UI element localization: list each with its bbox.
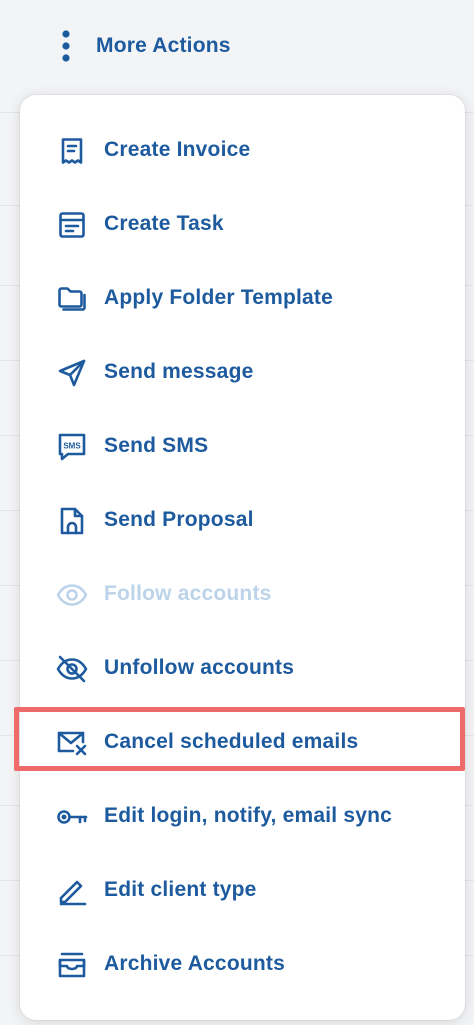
invoice-icon (56, 135, 88, 167)
eye-off-icon (56, 653, 88, 685)
mail-cancel-icon (56, 727, 88, 759)
menu-item-send-proposal[interactable]: Send Proposal (20, 490, 465, 550)
menu-item-label: Send SMS (104, 434, 209, 457)
menu-item-label: Create Invoice (104, 138, 251, 161)
menu-item-unfollow-accounts[interactable]: Unfollow accounts (20, 638, 465, 698)
menu-item-archive-accounts[interactable]: Archive Accounts (20, 934, 465, 994)
eye-icon (56, 579, 88, 611)
more-actions-menu: Create Invoice Create Task Apply Folder … (20, 95, 465, 1020)
top-bar: More Actions (0, 0, 474, 92)
menu-item-label: Apply Folder Template (104, 286, 334, 309)
menu-item-label: Unfollow accounts (104, 656, 295, 679)
menu-item-send-message[interactable]: Send message (20, 342, 465, 402)
proposal-icon (56, 505, 88, 537)
sms-icon: SMS (56, 431, 88, 463)
menu-item-label: Send message (104, 360, 254, 383)
menu-item-label: Send Proposal (104, 508, 254, 531)
svg-text:SMS: SMS (63, 442, 81, 451)
menu-item-follow-accounts[interactable]: Follow accounts (20, 564, 465, 624)
menu-item-label: Follow accounts (104, 582, 272, 605)
menu-item-create-task[interactable]: Create Task (20, 194, 465, 254)
more-actions-label: More Actions (96, 34, 231, 57)
menu-item-send-sms[interactable]: SMS Send SMS (20, 416, 465, 476)
menu-item-cancel-scheduled-emails[interactable]: Cancel scheduled emails (20, 712, 465, 772)
archive-icon (56, 949, 88, 981)
pencil-icon (56, 875, 88, 907)
key-icon (56, 801, 88, 833)
vertical-dots-icon (48, 22, 84, 70)
menu-item-label: Create Task (104, 212, 224, 235)
menu-item-label: Edit client type (104, 878, 257, 901)
task-icon (56, 209, 88, 241)
menu-item-apply-folder-template[interactable]: Apply Folder Template (20, 268, 465, 328)
more-actions-button[interactable]: More Actions (48, 22, 231, 70)
menu-item-label: Edit login, notify, email sync (104, 804, 392, 827)
menu-item-label: Archive Accounts (104, 952, 285, 975)
menu-item-create-invoice[interactable]: Create Invoice (20, 120, 465, 180)
menu-item-edit-client-type[interactable]: Edit client type (20, 860, 465, 920)
menu-item-label: Cancel scheduled emails (104, 730, 359, 753)
folder-icon (56, 283, 88, 315)
paper-plane-icon (56, 357, 88, 389)
menu-item-edit-login-notify-email-sync[interactable]: Edit login, notify, email sync (20, 786, 465, 846)
